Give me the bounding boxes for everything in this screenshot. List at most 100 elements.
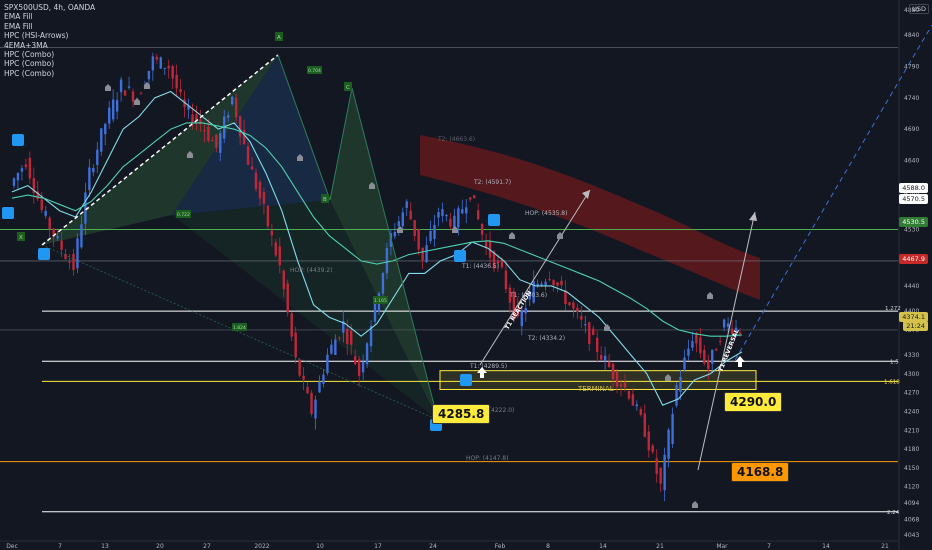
candle-body bbox=[119, 79, 123, 93]
candle-body bbox=[679, 376, 682, 392]
candle-body bbox=[60, 240, 63, 250]
candle-body bbox=[603, 355, 607, 361]
chart-canvas[interactable]: 1.272 1.5 1.618 2.24 HOP: (4439.2) HOP: (4535… bbox=[0, 0, 932, 550]
signal-marker-6 bbox=[38, 248, 50, 260]
candle-body bbox=[457, 208, 460, 228]
y-tick-7: 4530 bbox=[904, 227, 919, 234]
candle-body bbox=[219, 132, 222, 153]
y-tick-19: 4120 bbox=[904, 484, 919, 491]
candle-body bbox=[465, 207, 468, 214]
candle-body bbox=[68, 261, 71, 263]
candle-body bbox=[699, 337, 702, 354]
y-tick-14: 4270 bbox=[904, 390, 919, 397]
y-tick-15: 4240 bbox=[904, 408, 919, 415]
candle-body bbox=[401, 212, 404, 227]
candle-body bbox=[560, 280, 563, 286]
candle-body bbox=[258, 181, 262, 199]
candle-body bbox=[262, 192, 266, 204]
x-tick-8: 24 bbox=[429, 543, 437, 550]
candle-body bbox=[667, 429, 670, 459]
x-tick-5: 2022 bbox=[254, 543, 269, 550]
candle-body bbox=[266, 205, 270, 227]
candle-body bbox=[227, 115, 230, 118]
candle-body bbox=[469, 197, 472, 200]
candle-body bbox=[274, 242, 278, 256]
candle-body bbox=[671, 413, 674, 444]
legend-item-hpc-combo-2[interactable]: HPC (Combo) bbox=[4, 59, 95, 68]
x-tick-12: 21 bbox=[656, 543, 664, 550]
legend-item-hpc-combo-1[interactable]: HPC (Combo) bbox=[4, 50, 95, 59]
candle-body bbox=[330, 344, 333, 354]
candle-body bbox=[540, 283, 543, 286]
candle-body bbox=[421, 247, 424, 261]
candle-body bbox=[473, 195, 476, 199]
candle-body bbox=[191, 114, 194, 124]
candle-body bbox=[639, 408, 643, 415]
x-tick-16: 21 bbox=[881, 543, 889, 550]
y-tick-9: 4440 bbox=[904, 283, 919, 290]
candle-body bbox=[711, 349, 714, 364]
symbol-title[interactable]: SPX500USD, 4h, OANDA bbox=[4, 3, 95, 12]
candle-body bbox=[615, 371, 619, 387]
x-tick-9: Feb bbox=[495, 543, 506, 550]
candle-body bbox=[254, 172, 258, 190]
x-tick-14: 7 bbox=[767, 543, 771, 550]
candle-body bbox=[20, 168, 24, 172]
candle-body bbox=[167, 65, 170, 69]
point-a-label: A bbox=[277, 35, 281, 41]
candle-body bbox=[715, 349, 718, 351]
candle-body bbox=[270, 230, 274, 236]
candle-body bbox=[552, 280, 555, 286]
candle-body bbox=[417, 229, 420, 250]
candle-body bbox=[28, 157, 32, 179]
label-hop-4147: HOP: (4147.8) bbox=[466, 455, 508, 462]
candle-body bbox=[123, 90, 127, 96]
candle-body bbox=[703, 349, 706, 364]
legend-item-hpc-combo-3[interactable]: HPC (Combo) bbox=[4, 69, 95, 78]
candle-body bbox=[687, 348, 690, 356]
legend-item-hpc-hsi-arrows[interactable]: HPC (HSI-Arrows) bbox=[4, 31, 95, 40]
y-tick-16: 4210 bbox=[904, 427, 919, 434]
callout-4168[interactable]: 4168.8 bbox=[731, 462, 790, 482]
ratio-0704-label: 0.704 bbox=[308, 68, 321, 74]
candle-body bbox=[24, 164, 28, 168]
callout-4285[interactable]: 4285.8 bbox=[432, 404, 491, 424]
candle-body bbox=[413, 220, 416, 237]
candle-body bbox=[556, 282, 559, 286]
y-tick-12: 4330 bbox=[904, 352, 919, 359]
candle-body bbox=[92, 168, 95, 173]
candle-body bbox=[619, 384, 623, 387]
candle-body bbox=[572, 302, 575, 309]
candle-body bbox=[115, 100, 119, 112]
candle-body bbox=[56, 236, 59, 239]
candle-body bbox=[611, 363, 615, 380]
candle-body bbox=[365, 343, 369, 365]
signal-marker-2 bbox=[488, 214, 500, 226]
candle-body bbox=[520, 311, 524, 327]
candle-body bbox=[346, 328, 349, 344]
x-tick-3: 20 bbox=[156, 543, 164, 550]
candle-body bbox=[484, 241, 488, 248]
candle-body bbox=[568, 302, 571, 306]
candle-body bbox=[353, 356, 357, 365]
y-tick-18: 4150 bbox=[904, 465, 919, 472]
label-t2-4663: T2: (4663.6) bbox=[437, 136, 475, 143]
legend-item-ema-fill-2[interactable]: EMA Fill bbox=[4, 22, 95, 31]
legend-item-4ema-3ma[interactable]: 4EMA+3MA bbox=[4, 41, 95, 50]
candle-body bbox=[96, 149, 99, 166]
candle-body bbox=[544, 281, 547, 286]
candle-body bbox=[548, 279, 551, 281]
candle-body bbox=[576, 307, 579, 312]
candle-body bbox=[433, 225, 436, 239]
price-tag-4570: 4570.5 bbox=[899, 194, 928, 204]
candle-body bbox=[88, 167, 91, 190]
candle-body bbox=[290, 313, 293, 337]
currency-label[interactable]: USD bbox=[909, 4, 929, 14]
signal-marker-1 bbox=[2, 207, 14, 219]
candle-body bbox=[242, 129, 246, 145]
callout-4290[interactable]: 4290.0 bbox=[724, 392, 783, 412]
candle-body bbox=[163, 67, 166, 69]
label-hop-4535: HOP: (4535.8) bbox=[525, 210, 567, 217]
candle-body bbox=[322, 374, 325, 384]
legend-item-ema-fill-1[interactable]: EMA Fill bbox=[4, 12, 95, 21]
